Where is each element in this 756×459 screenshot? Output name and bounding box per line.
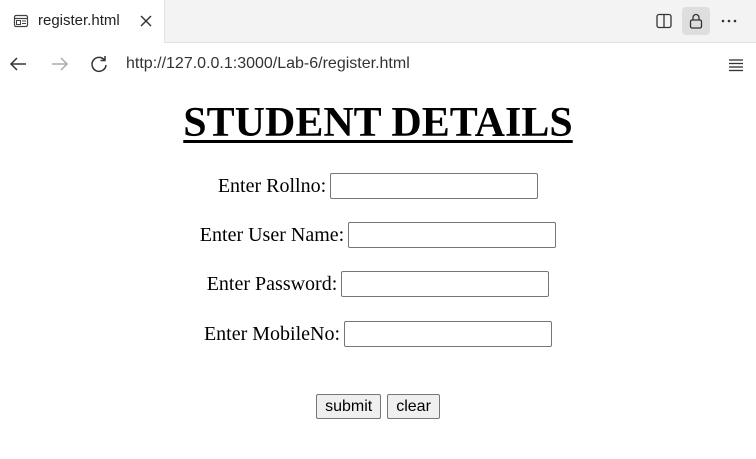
- tab-title: register.html: [38, 12, 120, 29]
- reload-icon: [91, 56, 107, 73]
- lock-button[interactable]: [682, 7, 710, 35]
- username-row: Enter User Name:: [0, 221, 756, 249]
- lock-icon: [689, 13, 703, 29]
- split-screen-icon: [656, 13, 672, 29]
- address-bar[interactable]: http://127.0.0.1:3000/Lab-6/register.htm…: [126, 55, 410, 73]
- tab-register[interactable]: register.html: [0, 0, 165, 43]
- reload-button[interactable]: [88, 53, 110, 75]
- password-row: Enter Password:: [0, 270, 756, 298]
- forward-button[interactable]: [49, 53, 71, 75]
- form-buttons: submit clear: [0, 394, 756, 419]
- rollno-row: Enter Rollno:: [0, 172, 756, 200]
- back-button[interactable]: [7, 53, 29, 75]
- submit-button[interactable]: submit: [316, 394, 382, 419]
- username-field[interactable]: [348, 222, 557, 248]
- page-icon: [13, 14, 29, 28]
- clear-button[interactable]: clear: [387, 394, 440, 419]
- page-content: STUDENT DETAILS Enter Rollno: Enter User…: [0, 87, 756, 459]
- rollno-field[interactable]: [330, 173, 539, 199]
- arrow-right-icon: [52, 57, 69, 71]
- arrow-left-icon: [9, 57, 26, 71]
- more-icon: [721, 19, 737, 23]
- close-icon[interactable]: [138, 13, 154, 29]
- password-field[interactable]: [341, 271, 550, 297]
- tab-bar: register.html: [0, 0, 756, 43]
- password-label: Enter Password:: [206, 272, 338, 295]
- rollno-label: Enter Rollno:: [217, 174, 327, 197]
- mobileno-row: Enter MobileNo:: [0, 320, 756, 348]
- navigation-bar: http://127.0.0.1:3000/Lab-6/register.htm…: [0, 43, 756, 87]
- more-options-button[interactable]: [715, 7, 743, 35]
- page-title: STUDENT DETAILS: [183, 100, 573, 146]
- mobileno-label: Enter MobileNo:: [203, 322, 341, 345]
- mobileno-field[interactable]: [344, 321, 553, 347]
- menu-icon[interactable]: [726, 55, 746, 75]
- username-label: Enter User Name:: [199, 223, 345, 246]
- split-screen-button[interactable]: [650, 7, 678, 35]
